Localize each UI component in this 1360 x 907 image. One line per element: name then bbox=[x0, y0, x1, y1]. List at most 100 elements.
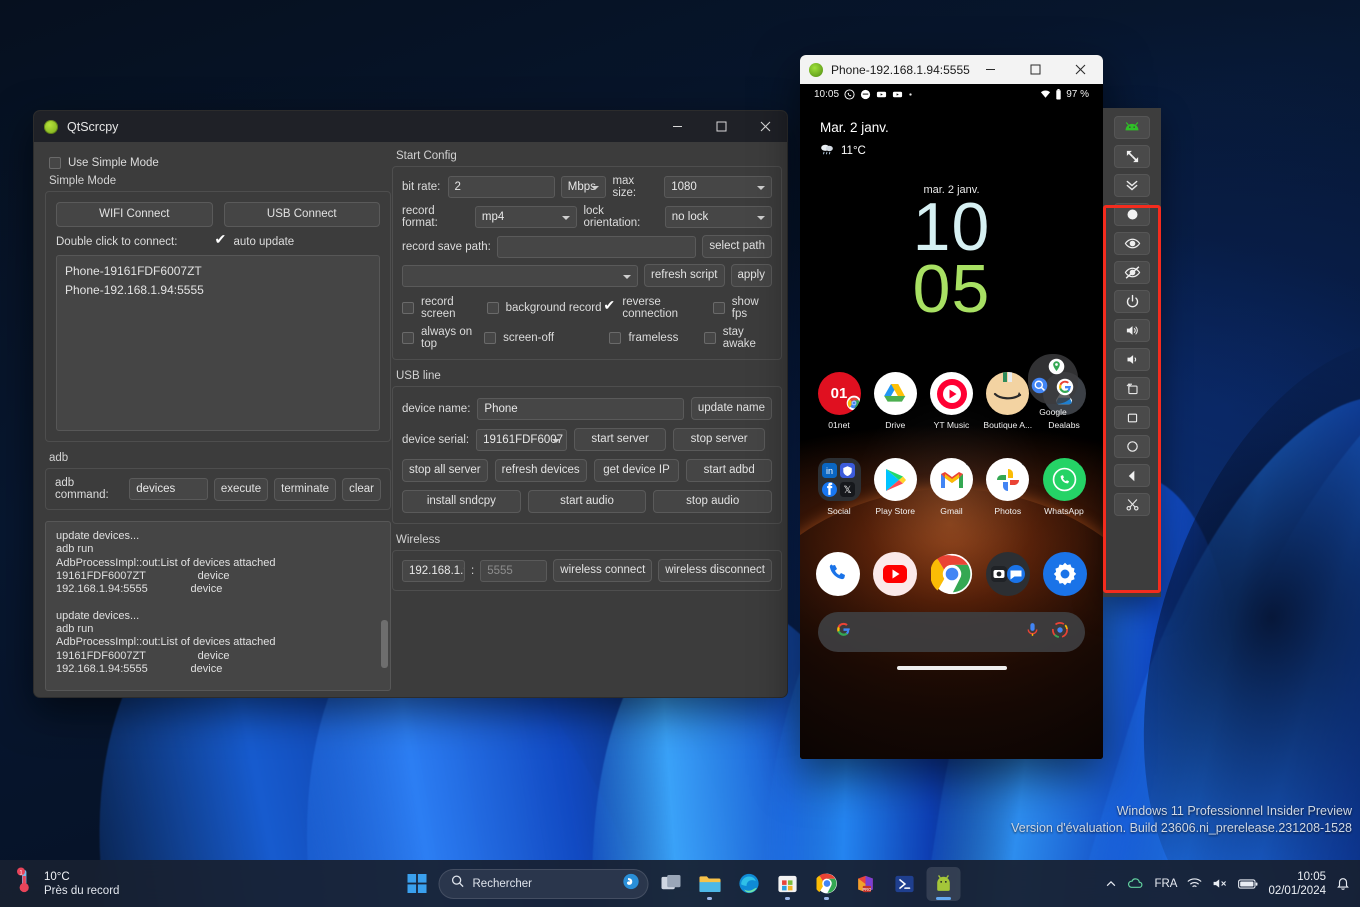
phone-window-titlebar[interactable]: Phone-192.168.1.94:5555 bbox=[800, 55, 1103, 84]
record-format-select[interactable]: mp4 bbox=[474, 206, 578, 228]
windows-taskbar[interactable]: 1 10°C Près du record Rechercher PRO FRA… bbox=[0, 860, 1360, 907]
taskbar-app-microsoft-store[interactable] bbox=[771, 867, 805, 901]
wireless-connect-button[interactable]: wireless connect bbox=[553, 559, 653, 582]
tray-wifi-icon[interactable] bbox=[1187, 877, 1202, 890]
app-social-folder[interactable]: in 𝕏 Social bbox=[814, 458, 864, 516]
volume-down-icon[interactable] bbox=[1114, 348, 1150, 371]
maximize-button[interactable] bbox=[1013, 55, 1058, 84]
fullscreen-icon[interactable] bbox=[1114, 145, 1150, 168]
taskbar-search-box[interactable]: Rechercher bbox=[438, 868, 649, 899]
screen-off-checkbox[interactable]: screen-off bbox=[484, 326, 597, 350]
start-audio-button[interactable]: start audio bbox=[527, 490, 647, 513]
script-select[interactable] bbox=[402, 264, 639, 287]
tray-battery-icon[interactable] bbox=[1238, 878, 1258, 890]
android-home-icon[interactable] bbox=[1114, 116, 1150, 139]
screenshot-icon[interactable] bbox=[1114, 203, 1150, 226]
show-touches-icon[interactable] bbox=[1114, 232, 1150, 255]
stop-audio-button[interactable]: stop audio bbox=[653, 490, 773, 513]
app-01net[interactable]: 01 01net bbox=[814, 372, 864, 430]
power-icon[interactable] bbox=[1114, 290, 1150, 313]
app-play-store[interactable]: Play Store bbox=[870, 458, 920, 516]
max-size-select[interactable]: 1080 bbox=[664, 176, 772, 198]
tray-language-indicator[interactable]: FRA bbox=[1154, 878, 1177, 890]
app-gmail[interactable]: Gmail bbox=[927, 458, 977, 516]
wireless-port-input[interactable]: 5555 bbox=[480, 559, 548, 582]
always-on-top-checkbox[interactable]: always on top bbox=[402, 326, 484, 350]
bit-rate-unit-select[interactable]: Mbps bbox=[560, 176, 607, 198]
wireless-disconnect-button[interactable]: wireless disconnect bbox=[658, 559, 772, 582]
taskbar-clock[interactable]: 10:05 02/01/2024 bbox=[1268, 870, 1326, 898]
youtube-icon[interactable] bbox=[872, 552, 917, 596]
hide-touches-icon[interactable] bbox=[1114, 261, 1150, 284]
device-serial-select[interactable]: 19161FDF6007 bbox=[476, 428, 568, 451]
device-list[interactable]: Phone-19161FDF6007ZT Phone-192.168.1.94:… bbox=[56, 255, 380, 431]
stay-awake-checkbox[interactable]: stay awake bbox=[703, 326, 772, 350]
stop-server-button[interactable]: stop server bbox=[673, 428, 766, 451]
volume-up-icon[interactable] bbox=[1114, 319, 1150, 342]
adb-log-output[interactable]: update devices... adb run AdbProcessImpl… bbox=[45, 521, 391, 691]
record-save-path-input[interactable] bbox=[496, 235, 697, 258]
clear-button[interactable]: clear bbox=[342, 477, 381, 501]
notification-bell-icon[interactable] bbox=[1336, 876, 1350, 891]
reverse-connection-checkbox[interactable]: reverse connection bbox=[603, 296, 712, 320]
bit-rate-input[interactable]: 2 bbox=[447, 176, 555, 198]
start-button[interactable] bbox=[400, 867, 434, 901]
device-list-item[interactable]: Phone-192.168.1.94:5555 bbox=[65, 281, 371, 300]
device-name-input[interactable]: Phone bbox=[477, 397, 684, 420]
back-icon[interactable] bbox=[1114, 464, 1150, 487]
log-scrollbar-thumb[interactable] bbox=[381, 620, 388, 668]
refresh-devices-button[interactable]: refresh devices bbox=[494, 459, 587, 482]
close-button[interactable] bbox=[1058, 55, 1103, 84]
taskbar-app-qtscrcpy[interactable] bbox=[926, 866, 961, 901]
tray-onedrive-icon[interactable] bbox=[1127, 877, 1144, 890]
expand-notification-icon[interactable] bbox=[1114, 174, 1150, 197]
install-sndcpy-button[interactable]: install sndcpy bbox=[402, 490, 521, 513]
apply-button[interactable]: apply bbox=[730, 264, 772, 287]
device-list-item[interactable]: Phone-19161FDF6007ZT bbox=[65, 262, 371, 281]
update-name-button[interactable]: update name bbox=[690, 397, 772, 420]
select-path-button[interactable]: select path bbox=[702, 235, 772, 258]
show-fps-checkbox[interactable]: show fps bbox=[712, 296, 772, 320]
app-whatsapp[interactable]: WhatsApp bbox=[1039, 458, 1089, 516]
use-simple-mode-checkbox[interactable]: Use Simple Mode bbox=[49, 157, 159, 169]
minimize-button[interactable] bbox=[968, 55, 1013, 84]
phone-mirror-window[interactable]: Phone-192.168.1.94:5555 10:05 97 % Mar. … bbox=[800, 55, 1103, 759]
tray-chevron-up-icon[interactable] bbox=[1105, 878, 1117, 890]
app-yt-music[interactable]: YT Music bbox=[927, 372, 977, 430]
chrome-icon[interactable] bbox=[930, 552, 974, 596]
messages-camera-folder-icon[interactable] bbox=[986, 552, 1031, 596]
adb-command-input[interactable]: devices bbox=[129, 478, 208, 500]
auto-update-checkbox[interactable]: auto update bbox=[214, 232, 294, 248]
phone-dialer-icon[interactable] bbox=[816, 552, 860, 596]
background-record-checkbox[interactable]: background record bbox=[486, 296, 604, 320]
lock-orientation-select[interactable]: no lock bbox=[664, 206, 772, 228]
qtscrcpy-window[interactable]: QtScrcpy Use Simple Mode Simple Mode WIF… bbox=[33, 110, 788, 698]
taskbar-app-office[interactable]: PRO bbox=[849, 867, 883, 901]
app-photos[interactable]: Photos bbox=[983, 458, 1033, 516]
tray-volume-muted-icon[interactable] bbox=[1212, 877, 1228, 890]
taskbar-app-powershell[interactable] bbox=[888, 867, 922, 901]
copilot-icon[interactable] bbox=[623, 873, 640, 895]
taskbar-weather-widget[interactable]: 1 10°C Près du record bbox=[0, 867, 230, 900]
at-a-glance-widget[interactable]: Mar. 2 janv. 11°C bbox=[800, 104, 1103, 158]
get-device-ip-button[interactable]: get device IP bbox=[593, 459, 680, 482]
app-switch-icon[interactable] bbox=[1114, 406, 1150, 429]
home-circle-icon[interactable] bbox=[1114, 435, 1150, 458]
qtscrcpy-side-toolbar[interactable] bbox=[1103, 108, 1161, 597]
maximize-button[interactable] bbox=[699, 111, 743, 142]
taskbar-app-file-explorer[interactable] bbox=[693, 867, 727, 901]
microphone-icon[interactable] bbox=[1024, 621, 1041, 643]
refresh-script-button[interactable]: refresh script bbox=[644, 264, 725, 287]
execute-button[interactable]: execute bbox=[213, 477, 269, 501]
wireless-ip-input[interactable]: 192.168.1.94 bbox=[402, 559, 465, 582]
navigation-gesture-pill[interactable] bbox=[896, 666, 1007, 670]
app-drive[interactable]: Drive bbox=[870, 372, 920, 430]
clock-widget[interactable]: mar. 2 janv. 10 05 bbox=[800, 184, 1103, 323]
cut-clipboard-icon[interactable] bbox=[1114, 493, 1150, 516]
frameless-checkbox[interactable]: frameless bbox=[597, 326, 703, 350]
close-button[interactable] bbox=[743, 111, 787, 142]
wifi-connect-button[interactable]: WIFI Connect bbox=[56, 202, 213, 227]
google-search-bar[interactable] bbox=[818, 612, 1085, 652]
rotate-screen-icon[interactable] bbox=[1114, 377, 1150, 400]
start-server-button[interactable]: start server bbox=[574, 428, 667, 451]
